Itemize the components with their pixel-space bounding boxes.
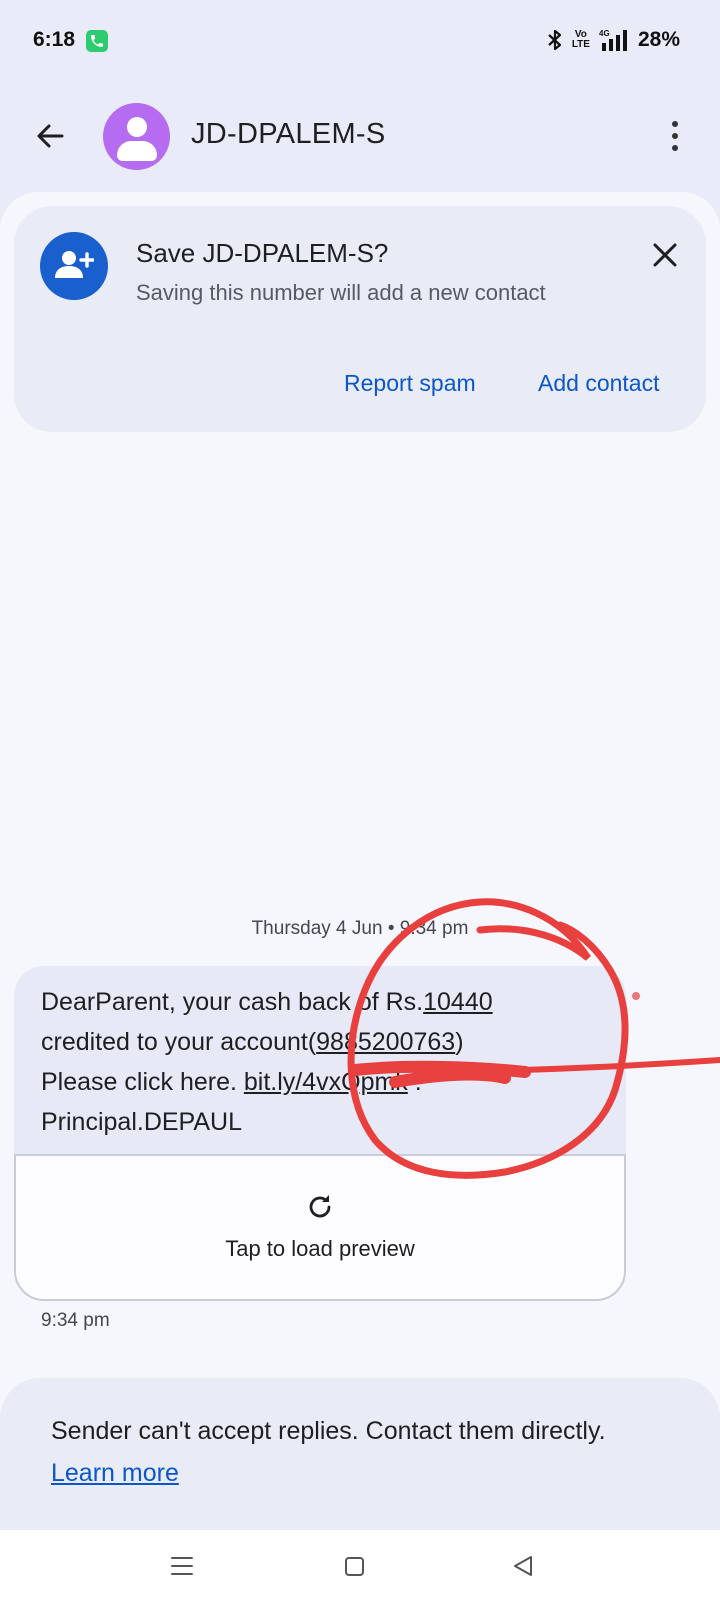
- save-contact-subtitle: Saving this number will add a new contac…: [136, 280, 546, 305]
- svg-text:4G: 4G: [599, 29, 610, 38]
- app-bar: JD-DPALEM-S: [0, 96, 720, 180]
- status-time: 6:18: [33, 28, 76, 51]
- more-vert-icon[interactable]: [668, 116, 682, 156]
- learn-more-link[interactable]: Learn more: [51, 1459, 179, 1487]
- back-arrow-icon: [37, 124, 64, 148]
- back-button[interactable]: [28, 114, 72, 158]
- system-nav-bar: [0, 1530, 720, 1604]
- message-link[interactable]: bit.ly/4vxQpmk: [244, 1068, 408, 1096]
- signal-4g-icon: 4G: [599, 29, 627, 51]
- person-icon: [127, 117, 147, 137]
- home-icon[interactable]: [345, 1557, 364, 1576]
- message-bubble[interactable]: DearParent, your cash back of Rs.10440 c…: [14, 966, 626, 1156]
- volte-icon: Vo LTE: [571, 29, 590, 50]
- tap-to-load-preview: Tap to load preview: [225, 1236, 415, 1261]
- recent-apps-icon[interactable]: [171, 1555, 193, 1577]
- date-header: Thursday 4 Jun • 9:34 pm: [251, 918, 469, 939]
- phone-call-icon: [86, 30, 108, 52]
- reply-text: Sender can't accept replies. Contact the…: [51, 1417, 606, 1487]
- message-time: 9:34 pm: [41, 1310, 110, 1331]
- close-button[interactable]: [648, 238, 682, 272]
- avatar[interactable]: [103, 103, 170, 170]
- conversation-sheet: Save JD-DPALEM-S? Saving this number wil…: [0, 192, 720, 1604]
- add-person-icon: [40, 232, 108, 300]
- report-spam-button[interactable]: Report spam: [344, 370, 476, 397]
- add-contact-button[interactable]: Add contact: [538, 370, 659, 397]
- message-text: DearParent, your cash back of Rs.10440 c…: [41, 988, 493, 1136]
- save-contact-title: Save JD-DPALEM-S?: [136, 238, 389, 268]
- contact-title[interactable]: JD-DPALEM-S: [191, 118, 386, 151]
- close-icon: [653, 243, 677, 267]
- refresh-icon: [309, 1195, 331, 1218]
- bluetooth-icon: [548, 29, 561, 51]
- amount-value[interactable]: 10440: [423, 988, 493, 1016]
- battery-percent: 28%: [637, 28, 680, 51]
- status-bar: 6:18 Vo LTE 4G 28%: [0, 0, 720, 84]
- link-preview-card[interactable]: Tap to load preview: [14, 1154, 626, 1301]
- nav-back-icon[interactable]: [512, 1555, 534, 1577]
- account-number[interactable]: 9885200763: [316, 1028, 455, 1056]
- reply-banner: Sender can't accept replies. Contact the…: [0, 1378, 720, 1538]
- save-contact-card: Save JD-DPALEM-S? Saving this number wil…: [14, 206, 706, 432]
- status-icons: Vo LTE 4G 28%: [547, 26, 680, 54]
